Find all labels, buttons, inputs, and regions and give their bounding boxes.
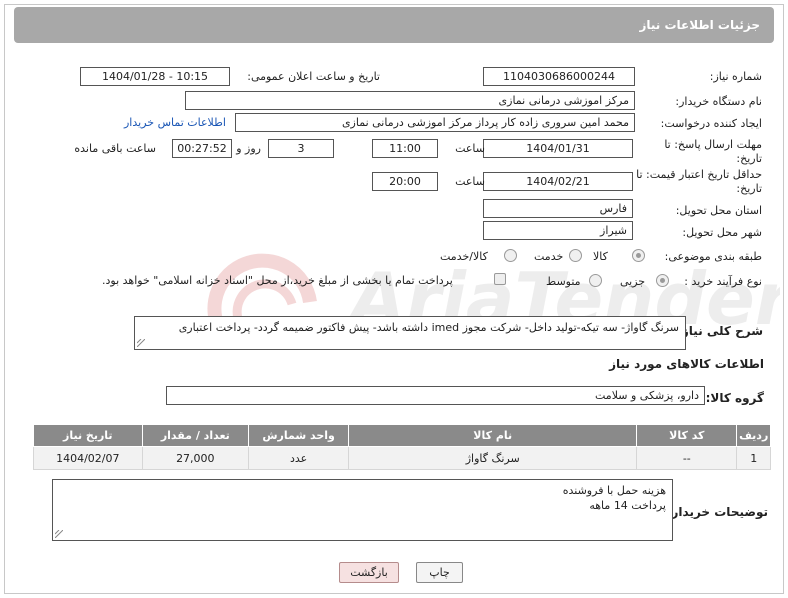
cell-code: --	[636, 446, 738, 470]
deadline-label: مهلت ارسال پاسخ: تا تاریخ:	[664, 138, 762, 165]
city-field: شیراز	[483, 221, 633, 240]
cell-date: 1404/02/07	[33, 446, 143, 470]
purchase-option-minor: جزیی	[620, 275, 646, 288]
need-number-field: 1104030686000244	[483, 67, 635, 86]
deadline-date-field: 1404/01/31	[483, 139, 633, 158]
category-radio-goods[interactable]	[632, 249, 645, 262]
creator-label: ایجاد کننده درخواست:	[660, 117, 762, 130]
days-label: روز و	[236, 142, 261, 155]
category-label: طبقه بندی موضوعی:	[664, 250, 762, 263]
cell-row: 1	[736, 446, 771, 470]
col-date: تاریخ نیاز	[33, 424, 143, 447]
goods-section-title: اطلاعات کالاهای مورد نیاز	[609, 357, 764, 371]
col-row: ردیف	[736, 424, 771, 447]
days-field: 3	[268, 139, 334, 158]
buyer-org-field: مرکز اموزشی درمانی نمازی	[185, 91, 635, 110]
buyer-org-label: نام دستگاه خریدار:	[675, 95, 762, 108]
buyer-notes-textarea: هزینه حمل با فروشنده پرداخت 14 ماهه	[52, 479, 673, 541]
table-header-row: ردیف کد کالا نام کالا واحد شمارش تعداد /…	[33, 424, 771, 447]
category-option-service: خدمت	[534, 250, 564, 263]
treasury-payment-note: پرداخت تمام یا بخشی از مبلغ خرید،از محل …	[102, 274, 453, 287]
category-radio-service[interactable]	[569, 249, 582, 262]
page-title: جزئیات اطلاعات نیاز	[14, 7, 774, 43]
col-name: نام کالا	[348, 424, 638, 447]
goods-group-field: دارو، پزشکی و سلامت	[166, 386, 705, 405]
cell-qty: 27,000	[141, 446, 250, 470]
goods-table: ردیف کد کالا نام کالا واحد شمارش تعداد /…	[33, 424, 771, 470]
need-number-label: شماره نیاز:	[709, 70, 762, 83]
city-label: شهر محل تحویل:	[682, 226, 762, 239]
deadline-time-label: ساعت	[455, 142, 485, 155]
resize-grip-icon[interactable]	[55, 530, 63, 538]
province-field: فارس	[483, 199, 633, 218]
col-unit: واحد شمارش	[248, 424, 350, 447]
announce-label: تاریخ و ساعت اعلان عمومی:	[247, 70, 380, 83]
table-row: 1 -- سرنگ گاواژ عدد 27,000 1404/02/07	[33, 446, 771, 470]
contact-info-link[interactable]: اطلاعات تماس خریدار	[124, 116, 226, 129]
resize-grip-icon[interactable]	[137, 339, 145, 347]
print-button[interactable]: چاپ	[416, 562, 463, 583]
description-text: سرنگ گاواژ- سه تیکه-تولید داخل- شرکت مجو…	[178, 321, 679, 334]
cell-unit: عدد	[248, 446, 350, 470]
province-label: استان محل تحویل:	[675, 204, 762, 217]
category-radio-goods-service[interactable]	[504, 249, 517, 262]
back-button[interactable]: بازگشت	[339, 562, 399, 583]
validity-time-field: 20:00	[372, 172, 438, 191]
buyer-notes-label: توضیحات خریدار:	[666, 505, 768, 519]
remaining-time-field: 00:27:52	[172, 139, 232, 158]
purchase-type-label: نوع فرآیند خرید :	[684, 275, 762, 288]
deadline-time-field: 11:00	[372, 139, 438, 158]
purchase-radio-minor[interactable]	[656, 274, 669, 287]
buyer-notes-line-2: پرداخت 14 ماهه	[589, 499, 666, 512]
validity-time-label: ساعت	[455, 175, 485, 188]
description-textarea: سرنگ گاواژ- سه تیکه-تولید داخل- شرکت مجو…	[134, 316, 686, 350]
creator-field: محمد امین سروری زاده کار پرداز مرکز اموز…	[235, 113, 635, 132]
treasury-payment-checkbox[interactable]	[494, 273, 506, 285]
validity-date-field: 1404/02/21	[483, 172, 633, 191]
buyer-notes-line-1: هزینه حمل با فروشنده	[562, 484, 666, 497]
category-option-goods-service: کالا/خدمت	[440, 250, 488, 263]
category-option-goods: کالا	[593, 250, 608, 263]
col-code: کد کالا	[636, 424, 738, 447]
purchase-option-medium: متوسط	[546, 275, 581, 288]
announce-field: 1404/01/28 - 10:15	[80, 67, 230, 86]
purchase-radio-medium[interactable]	[589, 274, 602, 287]
col-qty: تعداد / مقدار	[141, 424, 250, 447]
remaining-time-label: ساعت باقی مانده	[74, 142, 156, 155]
cell-name: سرنگ گاواژ	[348, 446, 638, 470]
validity-label: حداقل تاریخ اعتبار قیمت: تا تاریخ:	[636, 168, 762, 195]
goods-group-label: گروه کالا:	[705, 391, 764, 405]
description-label: شرح کلی نیاز:	[677, 324, 763, 338]
